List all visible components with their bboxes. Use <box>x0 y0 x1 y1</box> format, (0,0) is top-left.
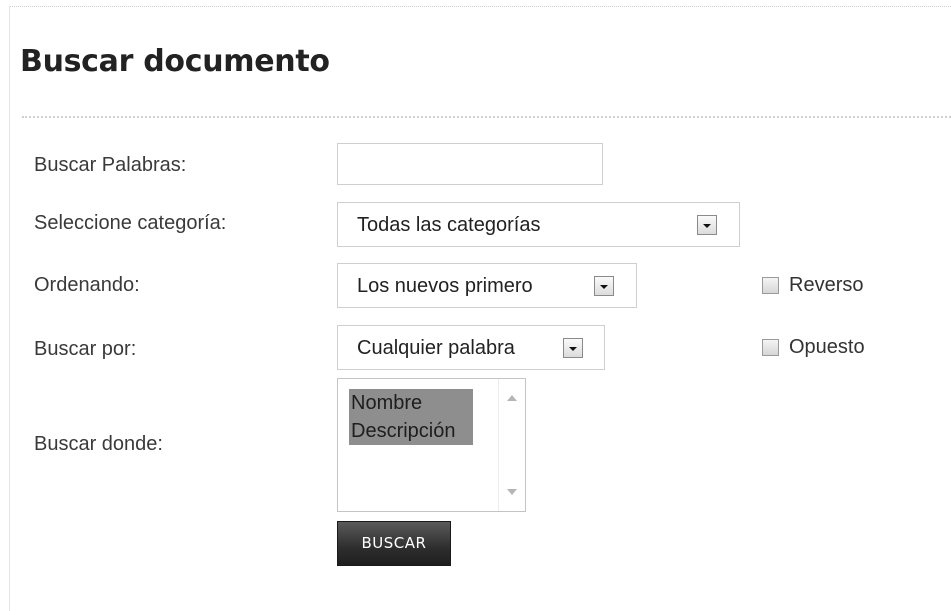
list-option-nombre[interactable]: Nombre <box>349 389 473 417</box>
chevron-down-icon[interactable] <box>563 338 583 358</box>
listbox-scrollbar[interactable] <box>498 379 525 511</box>
search-by-label: Buscar por: <box>34 338 137 360</box>
ordering-select-value: Los nuevos primero <box>357 275 533 297</box>
keywords-input[interactable] <box>337 143 603 185</box>
category-label: Seleccione categoría: <box>34 212 227 234</box>
reverse-checkbox-label[interactable]: Reverso <box>789 274 863 297</box>
search-by-select[interactable]: Cualquier palabra <box>337 325 605 370</box>
search-by-select-value: Cualquier palabra <box>357 337 515 359</box>
search-button[interactable]: BUSCAR <box>337 521 451 566</box>
reverse-checkbox-box[interactable] <box>762 277 779 294</box>
search-where-listbox[interactable]: Nombre Descripción <box>337 378 526 512</box>
arrow-down-icon[interactable] <box>507 489 517 495</box>
ordering-select[interactable]: Los nuevos primero <box>337 263 637 308</box>
category-select-value: Todas las categorías <box>357 214 541 236</box>
ordering-label: Ordenando: <box>34 274 140 296</box>
opposite-checkbox-box[interactable] <box>762 339 779 356</box>
category-select[interactable]: Todas las categorías <box>337 202 740 247</box>
left-border <box>9 6 10 611</box>
chevron-down-icon[interactable] <box>594 276 614 296</box>
opposite-checkbox-label[interactable]: Opuesto <box>789 336 865 359</box>
listbox-options: Nombre Descripción <box>349 389 473 445</box>
keywords-label: Buscar Palabras: <box>34 154 187 176</box>
chevron-down-icon[interactable] <box>697 215 717 235</box>
list-option-descripcion[interactable]: Descripción <box>349 417 473 445</box>
search-where-label: Buscar donde: <box>34 433 163 455</box>
page-title: Buscar documento <box>20 44 330 79</box>
top-border <box>10 6 951 7</box>
arrow-up-icon[interactable] <box>507 395 517 401</box>
title-divider <box>22 116 951 118</box>
